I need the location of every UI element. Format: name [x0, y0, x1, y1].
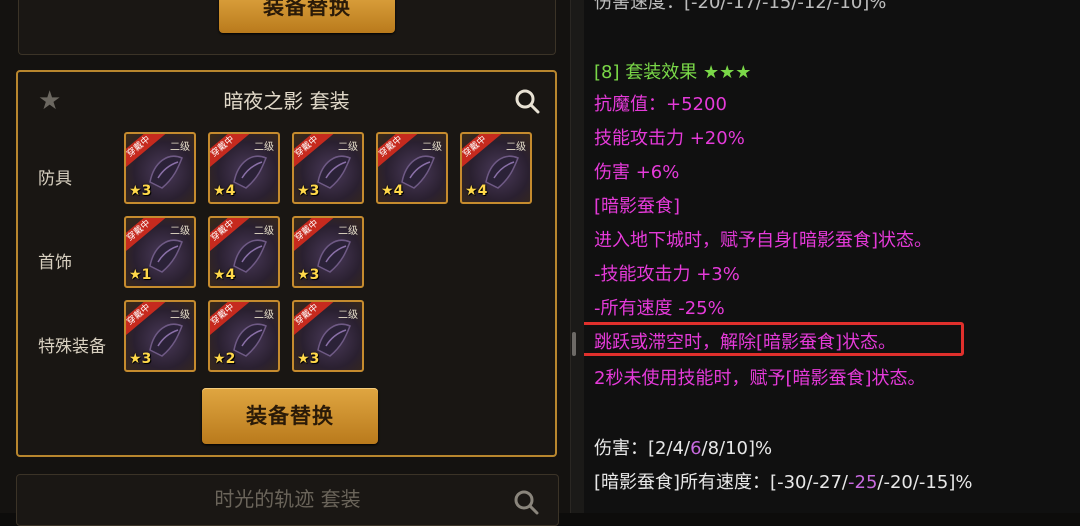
highlight-box — [584, 322, 964, 356]
cut-off-line: 伤害速度：[-20/-17/-15/-12/-10]% — [594, 0, 887, 13]
equipment-slot[interactable]: 穿戴中 二级 ★4 — [376, 132, 448, 204]
star-count: 2 — [225, 351, 236, 367]
equipment-panel: 装备替换 暗夜之影 套装 ★ 防具 穿戴中 二级 ★3 穿戴中 二级 ★4 穿戴中 二级 ★3 穿戴… — [0, 0, 570, 526]
scrollbar-track[interactable] — [570, 0, 585, 513]
star-level: ★2 — [213, 351, 236, 367]
equipment-slot[interactable]: 穿戴中 二级 ★3 — [292, 300, 364, 372]
equipment-slot[interactable]: 穿戴中 二级 ★2 — [208, 300, 280, 372]
next-set-title: 时光的轨迹 套装 — [214, 487, 361, 511]
effect-line: 进入地下城时，赋予自身[暗影蚕食]状态。 — [594, 230, 933, 251]
speed-line: [暗影蚕食]所有速度：[-30/-27/-25/-20/-15]% — [594, 468, 972, 494]
damage-line: 伤害：[2/4/6/8/10]% — [594, 434, 772, 460]
grade-label: 二级 — [170, 226, 190, 237]
grade-label: 二级 — [338, 226, 358, 237]
damage-values-b: /8/10]% — [701, 438, 773, 459]
star-count: 4 — [225, 267, 236, 283]
star-count: 1 — [141, 267, 152, 283]
row-label: 首饰 — [38, 253, 72, 273]
star-level: ★4 — [465, 183, 488, 199]
star-level: ★3 — [129, 183, 152, 199]
effect-line: -所有速度 -25% — [594, 298, 725, 319]
star-level: ★3 — [297, 267, 320, 283]
row-label: 特殊装备 — [38, 337, 106, 357]
previous-set-panel: 装备替换 — [18, 0, 556, 55]
equipment-slot[interactable]: 穿戴中 二级 ★3 — [124, 300, 196, 372]
grade-label: 二级 — [254, 142, 274, 153]
set-title: 暗夜之影 套装 — [223, 89, 350, 113]
damage-values-a: [2/4/ — [648, 438, 691, 459]
star-level: ★3 — [297, 183, 320, 199]
grade-label: 二级 — [338, 142, 358, 153]
star-level: ★4 — [213, 183, 236, 199]
damage-values-current: 6 — [690, 438, 702, 459]
effect-line: -技能攻击力 +3% — [594, 264, 740, 285]
set-effect-header: [8] 套装效果 ★★★ — [594, 62, 752, 83]
grade-label: 二级 — [170, 142, 190, 153]
equipment-slot[interactable]: 穿戴中 二级 ★4 — [208, 216, 280, 288]
search-icon[interactable] — [514, 88, 540, 114]
equipment-slot[interactable]: 穿戴中 二级 ★3 — [292, 132, 364, 204]
grade-label: 二级 — [254, 226, 274, 237]
effect-line: [暗影蚕食] — [594, 196, 681, 217]
effect-line: 2秒未使用技能时，赋予[暗影蚕食]状态。 — [594, 368, 926, 389]
favorite-star-icon[interactable]: ★ — [38, 88, 64, 114]
set-panel-shadow-night: 暗夜之影 套装 ★ 防具 穿戴中 二级 ★3 穿戴中 二级 ★4 穿戴中 二级 ★3 穿戴中 二级 ★4… — [16, 70, 557, 457]
star-level: ★4 — [213, 267, 236, 283]
star-level: ★3 — [129, 351, 152, 367]
effect-line: 技能攻击力 +20% — [594, 128, 745, 149]
star-level: ★1 — [129, 267, 152, 283]
scrollbar-handle[interactable] — [572, 332, 576, 356]
speed-values-b: /-20/-15]% — [877, 472, 973, 493]
grade-label: 二级 — [506, 142, 526, 153]
speed-label: [暗影蚕食]所有速度： — [594, 472, 771, 493]
speed-values-a: [-30/-27/ — [770, 472, 848, 493]
star-count: 4 — [477, 183, 488, 199]
equipment-slot[interactable]: 穿戴中 二级 ★4 — [460, 132, 532, 204]
star-count: 3 — [141, 183, 152, 199]
star-count: 3 — [309, 183, 320, 199]
damage-label: 伤害： — [594, 438, 648, 459]
effect-line: 抗魔值：+5200 — [594, 94, 727, 115]
effect-line: 伤害 +6% — [594, 162, 680, 183]
grade-label: 二级 — [338, 310, 358, 321]
set-header: 暗夜之影 套装 ★ — [18, 72, 555, 130]
equip-swap-button[interactable]: 装备替换 — [202, 388, 378, 444]
star-level: ★3 — [297, 351, 320, 367]
equipment-slot[interactable]: 穿戴中 二级 ★4 — [208, 132, 280, 204]
equip-swap-button-top[interactable]: 装备替换 — [219, 0, 395, 33]
equipment-slot[interactable]: 穿戴中 二级 ★3 — [124, 132, 196, 204]
set-effect-panel: 伤害速度：[-20/-17/-15/-12/-10]% [8] 套装效果 ★★★… — [584, 0, 1080, 513]
grade-label: 二级 — [170, 310, 190, 321]
star-count: 3 — [309, 267, 320, 283]
next-set-panel[interactable]: 时光的轨迹 套装 — [16, 474, 559, 526]
equipment-slot[interactable]: 穿戴中 二级 ★1 — [124, 216, 196, 288]
grade-label: 二级 — [254, 310, 274, 321]
search-icon[interactable] — [513, 489, 539, 515]
star-level: ★4 — [381, 183, 404, 199]
row-label: 防具 — [38, 169, 72, 189]
star-count: 3 — [309, 351, 320, 367]
star-count: 3 — [141, 351, 152, 367]
star-count: 4 — [393, 183, 404, 199]
equipment-slot[interactable]: 穿戴中 二级 ★3 — [292, 216, 364, 288]
star-count: 4 — [225, 183, 236, 199]
grade-label: 二级 — [422, 142, 442, 153]
speed-values-current: -25 — [848, 472, 878, 493]
